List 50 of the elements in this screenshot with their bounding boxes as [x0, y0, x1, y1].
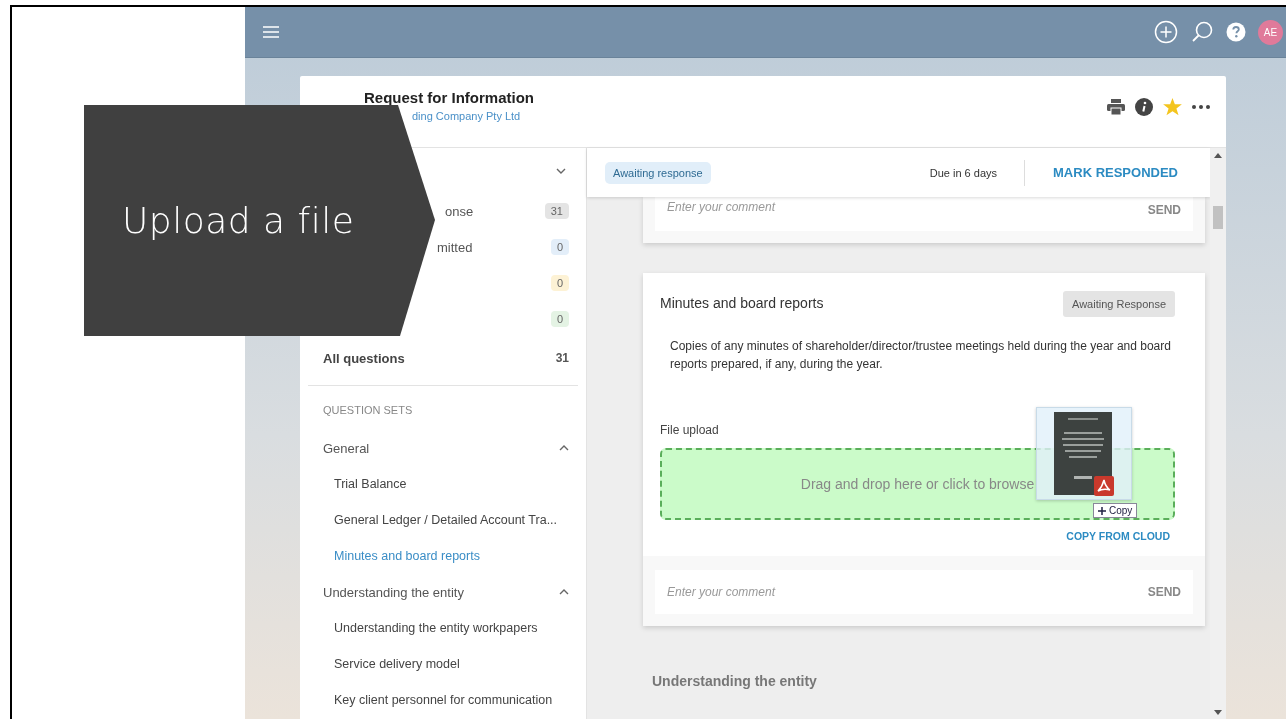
due-date: Due in 6 days: [929, 159, 1026, 186]
question-title: Minutes and board reports: [660, 295, 824, 311]
question-item[interactable]: Minutes and board reports: [308, 538, 578, 574]
more-icon[interactable]: [1192, 105, 1210, 109]
chevron-up-icon[interactable]: [559, 445, 569, 451]
add-icon[interactable]: [1154, 20, 1178, 44]
info-icon[interactable]: [1135, 98, 1153, 116]
menu-icon[interactable]: [263, 26, 279, 38]
count-badge: 0: [550, 275, 569, 291]
star-icon[interactable]: [1163, 98, 1182, 116]
question-set-header[interactable]: General: [323, 440, 370, 456]
question-item[interactable]: Service delivery model: [308, 646, 578, 682]
status-filter-label[interactable]: mitted: [437, 239, 473, 255]
all-questions-link[interactable]: All questions: [323, 350, 405, 366]
count-badge: 0: [550, 239, 569, 255]
chevron-up-icon[interactable]: [559, 589, 569, 595]
section-heading: QUESTION SETS: [322, 403, 414, 418]
question-description: Copies of any minutes of shareholder/director/trustee meetings held during the year and board reports prepared, if any, during the year.: [670, 338, 1172, 373]
status-button[interactable]: Awaiting Response: [1063, 291, 1175, 317]
pdf-icon: [1094, 476, 1114, 496]
count-badge: 31: [544, 203, 569, 219]
status-filter-label[interactable]: onse: [445, 203, 474, 219]
upload-label: File upload: [660, 423, 720, 437]
scroll-down-icon[interactable]: [1214, 710, 1222, 715]
question-item[interactable]: General Ledger / Detailed Account Tra...: [308, 502, 578, 538]
question-item[interactable]: Understanding the entity workpapers: [308, 610, 578, 646]
question-item[interactable]: Key client personnel for communication: [308, 682, 578, 718]
question-count: 31: [555, 351, 569, 365]
section-heading: Understanding the entity: [652, 673, 818, 689]
printer-icon[interactable]: [1107, 99, 1125, 115]
copy-from-cloud-link[interactable]: COPY FROM CLOUD: [1066, 530, 1170, 542]
plus-icon: [1098, 506, 1106, 515]
drop-zone-text: Drag and drop here or click to browse: [800, 476, 1035, 492]
status-pill: Awaiting response: [605, 161, 711, 184]
chevron-down-icon[interactable]: [556, 167, 566, 174]
copy-label: Copy: [1109, 505, 1133, 516]
scroll-up-icon[interactable]: [1214, 153, 1222, 158]
search-icon[interactable]: [1190, 20, 1214, 44]
count-badge: 0: [550, 311, 569, 327]
send-button[interactable]: SEND: [1147, 203, 1181, 217]
callout-text: Upload a file: [122, 200, 355, 241]
scrollbar-thumb[interactable]: [1213, 206, 1223, 229]
comment-field[interactable]: Enter your comment SEND: [655, 197, 1193, 231]
question-set-header[interactable]: Understanding the entity: [323, 584, 464, 600]
help-icon[interactable]: [1226, 22, 1246, 42]
send-button[interactable]: SEND: [1147, 585, 1181, 599]
mark-responded-button[interactable]: MARK RESPONDED: [1053, 165, 1178, 180]
question-item[interactable]: Trial Balance: [308, 466, 578, 502]
page-title: Request for Information: [364, 89, 534, 106]
comment-field[interactable]: Enter your comment SEND: [655, 570, 1193, 614]
